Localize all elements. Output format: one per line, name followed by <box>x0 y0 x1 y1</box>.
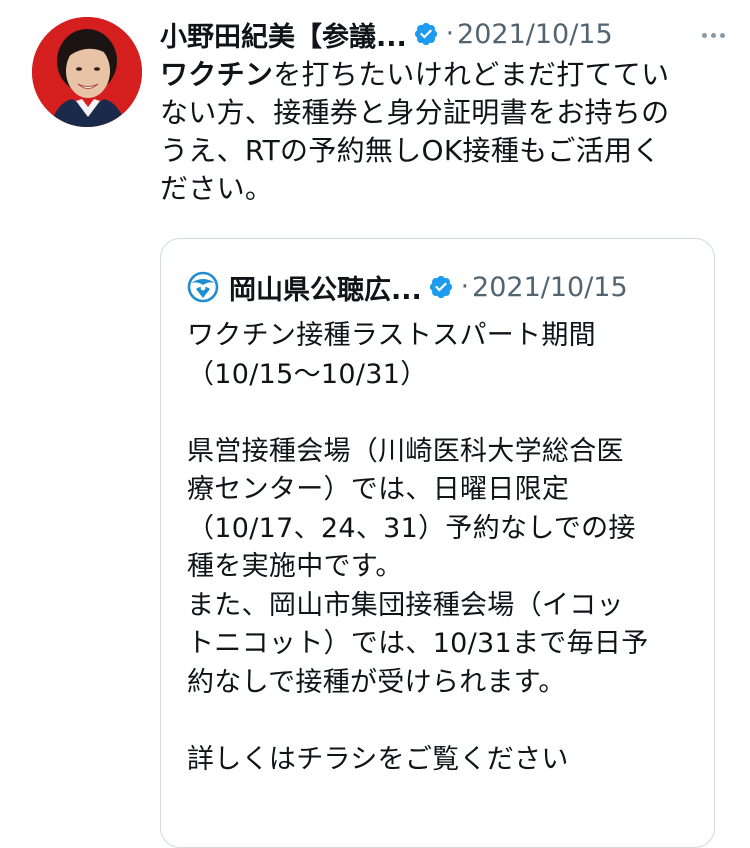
quoted-tweet[interactable]: 岡山県公聴広... · 2021/10/15 ワクチン接種ラストスパート期間 （… <box>160 238 715 848</box>
quoted-tweet-header: 岡山県公聴広... · 2021/10/15 <box>187 267 628 307</box>
quoted-text-line: 療センター）では、日曜日限定 <box>187 474 570 505</box>
tweet-text-line: ださい。 <box>160 170 732 208</box>
tweet-text: ワクチンを打ちたいけれどまだ打ててい ない方、接種券と身分証明書をお持ちの うえ… <box>160 56 732 208</box>
quoted-author-name[interactable]: 岡山県公聴広... <box>229 268 422 307</box>
quoted-text-line: （10/15〜10/31） <box>187 358 428 390</box>
tweet-text-fragment: ない方、接種券と身分証明書をお持ちの <box>160 96 670 129</box>
quoted-text-line <box>187 702 707 741</box>
header-separator: · <box>445 19 455 49</box>
tweet-text-fragment: うえ、RTの予約無しOK接種もご活用く <box>160 134 661 167</box>
tweet-header: 小野田紀美【参議... · 2021/10/15 <box>160 14 730 54</box>
quoted-text-line: 詳しくはチラシをご覧ください <box>187 743 569 775</box>
tweet-text-line: ない方、接種券と身分証明書をお持ちの <box>160 94 732 132</box>
quoted-text-line: トニコット）では、10/31まで毎日予 <box>187 628 649 659</box>
tweet-text-line: ワクチンを打ちたいけれどまだ打ててい <box>160 56 732 94</box>
tweet[interactable]: 小野田紀美【参議... · 2021/10/15 ワクチンを打ちたいけれどまだ打… <box>0 0 750 848</box>
verified-badge-icon <box>429 275 452 299</box>
quoted-text-line: 約なしで接種が受けられます。 <box>187 666 566 698</box>
quoted-text-line: 種を実施中です。 <box>187 551 403 582</box>
verified-badge-icon <box>414 22 437 46</box>
quoted-text-line: ワクチン接種ラストスパート期間 <box>187 320 596 351</box>
author-name[interactable]: 小野田紀美【参議... <box>160 15 407 54</box>
okayama-prefecture-logo-icon <box>187 271 219 303</box>
quoted-text-line: （10/17、24、31）予約なしでの接 <box>187 512 636 544</box>
quoted-text-line <box>187 394 707 433</box>
tweet-date[interactable]: 2021/10/15 <box>457 19 613 50</box>
hashtag-keyword[interactable]: ワクチン <box>160 58 273 91</box>
quoted-header-separator: · <box>460 272 470 302</box>
quoted-text-line: 県営接種会場（川崎医科大学総合医 <box>187 435 624 467</box>
more-dot <box>710 32 716 38</box>
tweet-text-line: うえ、RTの予約無しOK接種もご活用く <box>160 132 732 170</box>
more-dot <box>701 32 707 38</box>
avatar-image <box>32 17 142 127</box>
tweet-text-fragment: ださい。 <box>160 172 274 205</box>
quoted-tweet-date[interactable]: 2021/10/15 <box>472 272 628 303</box>
quoted-text-line: また、岡山市集団接種会場（イコッ <box>187 589 624 621</box>
more-options-icon[interactable] <box>696 20 730 50</box>
quoted-tweet-text: ワクチン接種ラストスパート期間 （10/15〜10/31） 県営接種会場（川崎医… <box>187 317 707 779</box>
more-dot <box>719 32 725 38</box>
author-avatar[interactable] <box>32 17 142 127</box>
tweet-text-fragment: を打ちたいけれどまだ打ててい <box>273 58 670 91</box>
